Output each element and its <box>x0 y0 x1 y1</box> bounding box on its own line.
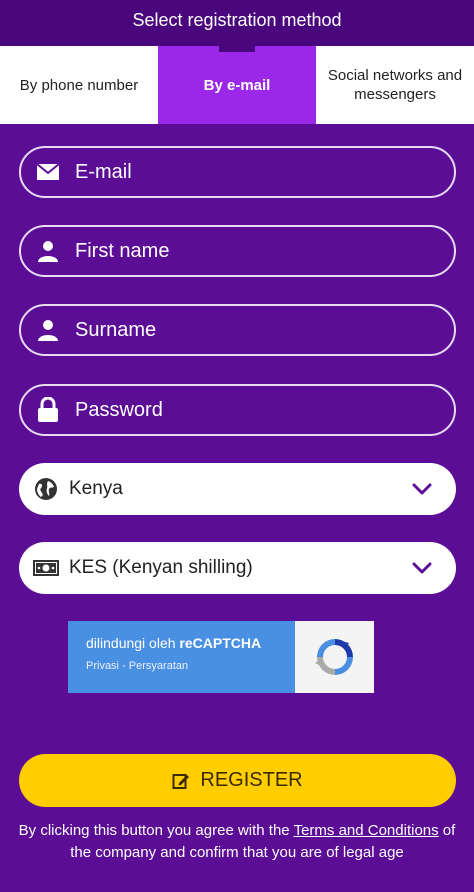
active-tab-indicator <box>219 46 255 52</box>
register-label: REGISTER <box>200 769 303 791</box>
email-field[interactable]: E-mail <box>19 146 456 198</box>
edit-icon <box>172 772 190 790</box>
globe-icon <box>33 476 59 502</box>
currency-select[interactable]: KES (Kenyan shilling) <box>19 542 456 594</box>
first-name-field[interactable]: First name <box>19 225 456 277</box>
currency-value: KES (Kenyan shilling) <box>69 557 253 578</box>
recaptcha-links: Privasi - Persyaratan <box>86 660 295 672</box>
password-field[interactable]: Password <box>19 384 456 436</box>
registration-method-tabs: By phone number By e-mail Social network… <box>0 46 474 124</box>
user-icon <box>35 238 61 264</box>
recaptcha-logo-icon <box>295 621 374 693</box>
recaptcha-separator: - <box>119 660 129 672</box>
recaptcha-brand: reCAPTCHA <box>179 635 262 651</box>
recaptcha-privacy-link[interactable]: Privasi <box>86 660 119 672</box>
terms-and-conditions-link[interactable]: Terms and Conditions <box>294 822 439 839</box>
email-placeholder: E-mail <box>75 160 132 183</box>
tab-by-email[interactable]: By e-mail <box>158 46 316 124</box>
password-placeholder: Password <box>75 398 163 421</box>
page-header: Select registration method <box>0 0 474 46</box>
surname-placeholder: Surname <box>75 318 157 341</box>
recaptcha-widget[interactable]: dilindungi oleh reCAPTCHA Privasi - Pers… <box>68 621 374 693</box>
recaptcha-terms-link[interactable]: Persyaratan <box>129 660 188 672</box>
surname-field[interactable]: Surname <box>19 304 456 356</box>
banknote-icon <box>33 555 59 581</box>
user-icon <box>35 317 61 343</box>
register-button[interactable]: REGISTER <box>19 754 456 807</box>
tab-by-phone[interactable]: By phone number <box>0 46 158 124</box>
first-name-placeholder: First name <box>75 239 170 262</box>
country-value: Kenya <box>69 478 123 499</box>
envelope-icon <box>35 159 61 185</box>
chevron-down-icon[interactable] <box>402 469 442 509</box>
chevron-down-icon[interactable] <box>402 548 442 588</box>
tab-social-networks[interactable]: Social networks and messengers <box>316 46 474 124</box>
country-select[interactable]: Kenya <box>19 463 456 515</box>
recaptcha-prefix: dilindungi oleh <box>86 635 180 651</box>
lock-icon <box>35 397 61 423</box>
terms-text-before: By clicking this button you agree with t… <box>18 822 294 839</box>
page-title: Select registration method <box>132 9 342 30</box>
recaptcha-protected-text: dilindungi oleh reCAPTCHA <box>86 635 295 651</box>
terms-notice: By clicking this button you agree with t… <box>14 820 460 864</box>
